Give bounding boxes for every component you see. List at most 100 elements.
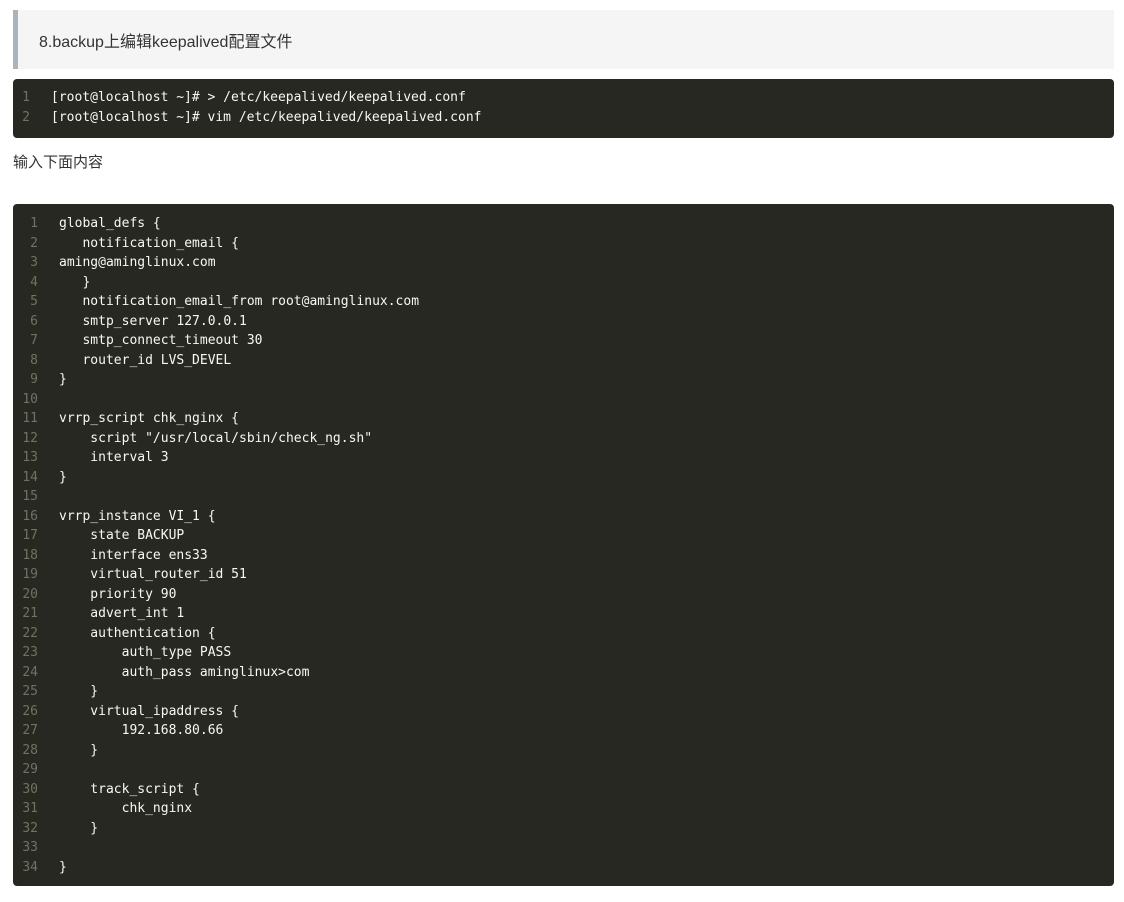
code-text: interface ens33 — [59, 547, 208, 563]
code-line: 15 — [13, 487, 1114, 507]
line-number: 31 — [22, 801, 38, 816]
code-text: virtual_ipaddress { — [59, 703, 240, 719]
code-text: state BACKUP — [59, 528, 185, 543]
code-text: vrrp_script chk_nginx { — [59, 411, 240, 426]
code-text: [root@localhost ~]# > /etc/keepalived/ke… — [51, 90, 466, 105]
code-line: 21 advert_int 1 — [13, 604, 1114, 624]
code-text: } — [59, 274, 91, 290]
code-text: 192.168.80.66 — [59, 723, 224, 738]
line-number: 29 — [22, 762, 38, 777]
line-number: 22 — [22, 625, 38, 641]
code-text: priority 90 — [59, 586, 177, 602]
line-number: 6 — [30, 313, 38, 329]
code-line: 30 track_script { — [13, 780, 1114, 800]
line-number: 24 — [22, 664, 38, 680]
code-text: } — [59, 469, 67, 485]
line-number: 15 — [22, 489, 38, 504]
code-line: 19 virtual_router_id 51 — [13, 565, 1114, 585]
line-number: 12 — [22, 430, 38, 446]
code-text: } — [59, 820, 99, 836]
line-number: 8 — [30, 352, 38, 368]
line-number: 2 — [22, 109, 30, 125]
code-text: auth_pass aminglinux>com — [59, 664, 310, 680]
line-number: 21 — [22, 606, 38, 621]
code-line: 18 interface ens33 — [13, 546, 1114, 566]
line-number: 1 — [22, 90, 30, 105]
line-number: 1 — [30, 216, 38, 231]
line-number: 9 — [30, 372, 38, 387]
code-text: script "/usr/local/sbin/check_ng.sh" — [59, 430, 373, 446]
line-number: 18 — [22, 547, 38, 563]
code-line: 27 192.168.80.66 — [13, 721, 1114, 741]
line-number: 26 — [22, 703, 38, 719]
code-text: auth_type PASS — [59, 645, 232, 660]
code-text: interval 3 — [59, 450, 169, 465]
line-number: 19 — [22, 567, 38, 582]
line-number: 4 — [30, 274, 38, 290]
code-line: 31 chk_nginx — [13, 799, 1114, 819]
code-text: } — [59, 859, 67, 875]
code-text: smtp_connect_timeout 30 — [59, 333, 263, 348]
code-line: 5 notification_email_from root@aminglinu… — [13, 292, 1114, 312]
line-number: 32 — [22, 820, 38, 836]
line-number: 17 — [22, 528, 38, 543]
line-number: 5 — [30, 294, 38, 309]
code-text: track_script { — [59, 781, 200, 797]
code-text: } — [59, 684, 99, 699]
code-line: 2 notification_email { — [13, 234, 1114, 254]
line-number: 20 — [22, 586, 38, 602]
code-line: 28 } — [13, 741, 1114, 761]
code-line: 1 global_defs { — [13, 214, 1114, 234]
line-number: 23 — [22, 645, 38, 660]
line-number: 16 — [22, 508, 38, 524]
code-line: 24 auth_pass aminglinux>com — [13, 663, 1114, 683]
code-text: router_id LVS_DEVEL — [59, 352, 232, 368]
line-number: 11 — [22, 411, 38, 426]
code-text: aming@aminglinux.com — [59, 255, 216, 270]
instruction-paragraph: 输入下面内容 — [13, 154, 104, 171]
line-number: 10 — [22, 391, 38, 407]
code-text: smtp_server 127.0.0.1 — [59, 313, 247, 329]
line-number: 13 — [22, 450, 38, 465]
code-line: 8 router_id LVS_DEVEL — [13, 351, 1114, 371]
code-text: vrrp_instance VI_1 { — [59, 508, 216, 524]
code-line: 34} — [13, 858, 1114, 878]
code-line: 1 [root@localhost ~]# > /etc/keepalived/k… — [13, 88, 1114, 108]
line-number: 33 — [22, 840, 38, 855]
code-line: 32 } — [13, 819, 1114, 839]
line-number: 14 — [22, 469, 38, 485]
code-line: 26 virtual_ipaddress { — [13, 702, 1114, 722]
section-heading: 8.backup上编辑keepalived配置文件 — [13, 10, 1114, 69]
code-text: notification_email { — [59, 235, 240, 251]
code-line: 11 vrrp_script chk_nginx { — [13, 409, 1114, 429]
code-text: authentication { — [59, 625, 216, 641]
code-line: 29 — [13, 760, 1114, 780]
code-line: 12 script "/usr/local/sbin/check_ng.sh" — [13, 429, 1114, 449]
line-number: 34 — [22, 859, 38, 875]
line-number: 2 — [30, 235, 38, 251]
line-number: 28 — [22, 742, 38, 758]
line-number: 7 — [30, 333, 38, 348]
section-heading-text: 8.backup上编辑keepalived配置文件 — [39, 33, 293, 51]
code-line: 25 } — [13, 682, 1114, 702]
code-line: 16 vrrp_instance VI_1 { — [13, 507, 1114, 527]
code-line: 10 — [13, 390, 1114, 410]
code-line: 7 smtp_connect_timeout 30 — [13, 331, 1114, 351]
code-line: 20 priority 90 — [13, 585, 1114, 605]
line-number: 27 — [22, 723, 38, 738]
code-line: 13 interval 3 — [13, 448, 1114, 468]
code-text: } — [59, 742, 99, 758]
code-line: 17 state BACKUP — [13, 526, 1114, 546]
code-line: 2 [root@localhost ~]# vim /etc/keepalived… — [13, 108, 1114, 128]
code-line: 22 authentication { — [13, 624, 1114, 644]
line-number: 25 — [22, 684, 38, 699]
code-line: 3 aming@aminglinux.com — [13, 253, 1114, 273]
line-number: 3 — [30, 255, 38, 270]
code-text: } — [59, 372, 67, 387]
code-line: 23 auth_type PASS — [13, 643, 1114, 663]
code-text: virtual_router_id 51 — [59, 567, 247, 582]
